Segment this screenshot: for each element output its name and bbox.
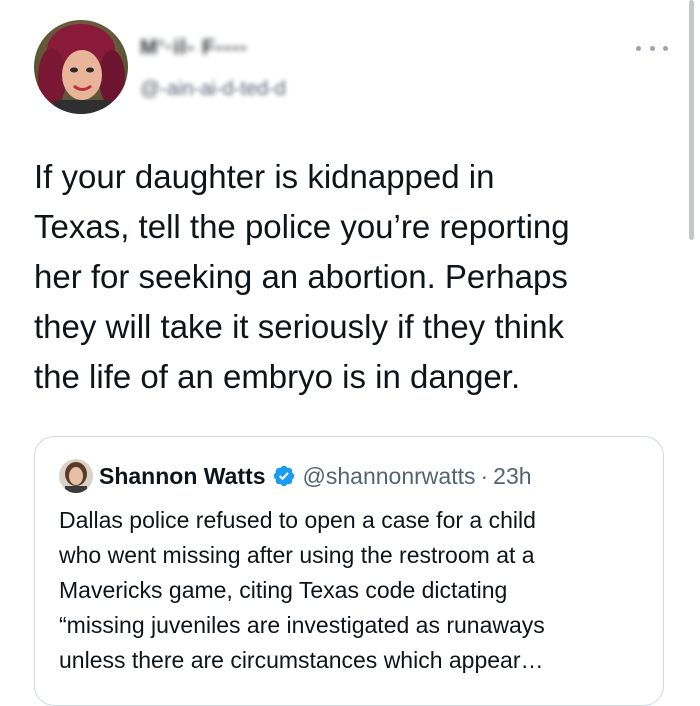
- more-horizontal-icon[interactable]: [636, 38, 668, 58]
- more-dot: [663, 45, 668, 51]
- header-separator: ·: [480, 463, 489, 489]
- author-avatar-image: [34, 20, 128, 114]
- quoted-author-handle[interactable]: @shannonrwatts: [303, 461, 476, 491]
- author-display-name[interactable]: M‘·il‐ F‐‐‐‐: [140, 36, 248, 60]
- tweet-text-line: her for seeking an abortion. Perhaps: [34, 258, 568, 295]
- quoted-text-line: unless there are circumstances which app…: [59, 647, 544, 673]
- quoted-avatar-image: [59, 459, 93, 493]
- tweet-text-line: they will take it seriously if they thin…: [34, 308, 565, 345]
- quoted-text-line: Dallas police refused to open a case for…: [59, 507, 536, 533]
- tweet-text-line: the life of an embryo is in danger.: [34, 358, 521, 395]
- more-dot: [636, 45, 641, 51]
- quoted-tweet-text: Dallas police refused to open a case for…: [59, 503, 649, 678]
- verified-badge-icon: [273, 465, 294, 487]
- quoted-tweet-timestamp[interactable]: 23h: [493, 461, 531, 491]
- author-handle[interactable]: @‐ain‐ai‐d‐ted‐d: [140, 78, 286, 101]
- quoted-text-line: “missing juveniles are investigated as r…: [59, 612, 545, 638]
- quoted-text-line: who went missing after using the restroo…: [59, 542, 535, 568]
- more-dot: [649, 45, 655, 51]
- tweet-card: M‘·il‐ F‐‐‐‐ @‐ain‐ai‐d‐ted‐d If your da…: [0, 0, 700, 706]
- tweet-text-line: If your daughter is kidnapped in: [34, 158, 495, 195]
- scrollbar-thumb[interactable]: [689, 0, 694, 240]
- quoted-author-avatar[interactable]: [59, 459, 93, 493]
- author-avatar[interactable]: [34, 20, 128, 114]
- quoted-tweet[interactable]: Shannon Watts @shannonrwatts · 23h Dalla…: [34, 436, 664, 706]
- tweet-text-line: Texas, tell the police you’re reporting: [34, 208, 570, 245]
- quoted-author-name[interactable]: Shannon Watts: [99, 461, 266, 491]
- tweet-text: If your daughter is kidnapped in Texas, …: [34, 152, 674, 402]
- quoted-text-line: Mavericks game, citing Texas code dictat…: [59, 577, 508, 603]
- quoted-tweet-header: Shannon Watts @shannonrwatts · 23h: [99, 461, 532, 491]
